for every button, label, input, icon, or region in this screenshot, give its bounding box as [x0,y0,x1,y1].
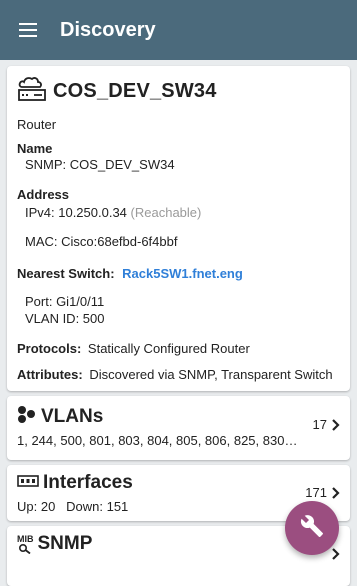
protocols-value: Statically Configured Router [87,341,250,356]
wrench-icon [300,514,324,543]
vlans-list: 1, 244, 500, 801, 803, 804, 805, 806, 82… [17,433,298,448]
vlans-header: VLANs [17,404,103,429]
vlans-count: 17 [312,417,327,432]
ipv4-value: IPv4: 10.250.0.34 [25,205,127,220]
interfaces-status: Up: 20 Down: 151 [17,499,129,514]
snmp-header: MIB SNMP [17,533,92,555]
protocols-label: Protocols: [17,341,82,356]
vlans-card[interactable]: VLANs 1, 244, 500, 801, 803, 804, 805, 8… [7,396,350,460]
address-label: Address [17,187,70,202]
vlans-title: VLANs [41,405,104,427]
snmp-name: SNMP: COS_DEV_SW34 [25,157,175,172]
chevron-right-icon [332,418,340,431]
device-type: Router [17,117,57,132]
vlan-id: VLAN ID: 500 [25,311,105,326]
snmp-title: SNMP [37,533,93,554]
attributes-value: Discovered via SNMP, Transparent Switch [89,367,333,382]
vlans-count-row: 17 [313,417,340,432]
device-card: COS_DEV_SW34 Router Name SNMP: COS_DEV_S… [7,66,350,391]
port: Port: Gi1/0/11 [25,294,105,309]
interfaces-count-row: 171 [305,485,340,500]
device-name: COS_DEV_SW34 [53,80,217,102]
interfaces-title: Interfaces [43,472,133,493]
snmp-chevron-row [327,548,340,560]
vlans-icon [17,404,37,429]
router-device-icon [17,74,47,109]
app-bar: Discovery [0,0,357,60]
chevron-right-icon [332,548,340,560]
attributes-row: Attributes: Discovered via SNMP, Transpa… [17,367,333,382]
mib-icon: MIB [17,534,34,554]
nearest-switch-label: Nearest Switch: [17,266,115,281]
ipv4-address: IPv4: 10.250.0.34 (Reachable) [25,205,201,220]
interfaces-header: Interfaces [17,472,133,494]
attributes-label: Attributes: [17,367,83,382]
page-title: Discovery [60,18,156,41]
interfaces-icon [17,474,39,493]
nearest-switch-link[interactable]: Rack5SW1.fnet.eng [122,266,243,281]
device-header: COS_DEV_SW34 [17,74,217,109]
tools-fab-button[interactable] [285,501,339,555]
chevron-right-icon [332,486,340,499]
name-label: Name [17,141,53,156]
nearest-switch-row: Nearest Switch: Rack5SW1.fnet.eng [17,266,243,281]
interfaces-count: 171 [305,485,327,500]
reachable-status: (Reachable) [130,205,202,220]
protocols-row: Protocols: Statically Configured Router [17,341,250,356]
mac-address: MAC: Cisco:68efbd-6f4bbf [25,234,178,249]
hamburger-menu-icon[interactable] [0,0,56,60]
